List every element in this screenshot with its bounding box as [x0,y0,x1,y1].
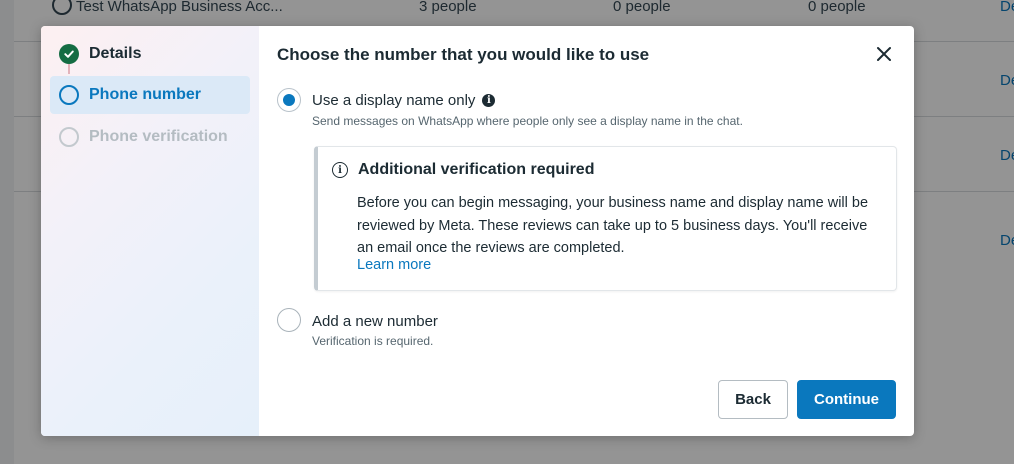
new-number-option-label[interactable]: Add a new number [312,313,438,330]
step-sidebar: Details Phone number Phone verification [41,26,259,436]
step-label: Phone verification [89,128,228,145]
choose-number-dialog: Details Phone number Phone verification … [41,26,914,436]
check-icon [59,44,79,64]
info-icon[interactable]: i [482,94,496,107]
close-button[interactable] [874,44,894,64]
step-indicator-icon [59,85,79,105]
continue-button[interactable]: Continue [797,380,896,419]
step-indicator-icon [59,127,79,147]
learn-more-link[interactable]: Learn more [357,257,431,273]
option-label-text: Use a display name only [312,92,476,109]
callout-body: Before you can begin messaging, your bus… [357,195,869,256]
display-name-option-label[interactable]: Use a display name only i [312,92,496,109]
step-phone-number[interactable]: Phone number [50,76,250,114]
display-name-option-description: Send messages on WhatsApp where people o… [312,114,743,128]
info-icon: i [332,162,348,178]
new-number-radio[interactable] [277,308,301,332]
step-label: Phone number [89,86,202,103]
dialog-content: Choose the number that you would like to… [259,26,914,436]
back-button[interactable]: Back [718,380,788,419]
step-details[interactable]: Details [50,35,250,73]
verification-callout: i Additional verification required Befor… [314,146,897,291]
callout-title-text: Additional verification required [358,161,595,178]
step-phone-verification: Phone verification [50,118,250,156]
dialog-title: Choose the number that you would like to… [277,45,650,64]
step-label: Details [89,45,142,62]
close-icon [877,47,891,61]
display-name-radio[interactable] [277,88,301,112]
new-number-option-description: Verification is required. [312,334,434,348]
callout-title: i Additional verification required [332,161,594,179]
